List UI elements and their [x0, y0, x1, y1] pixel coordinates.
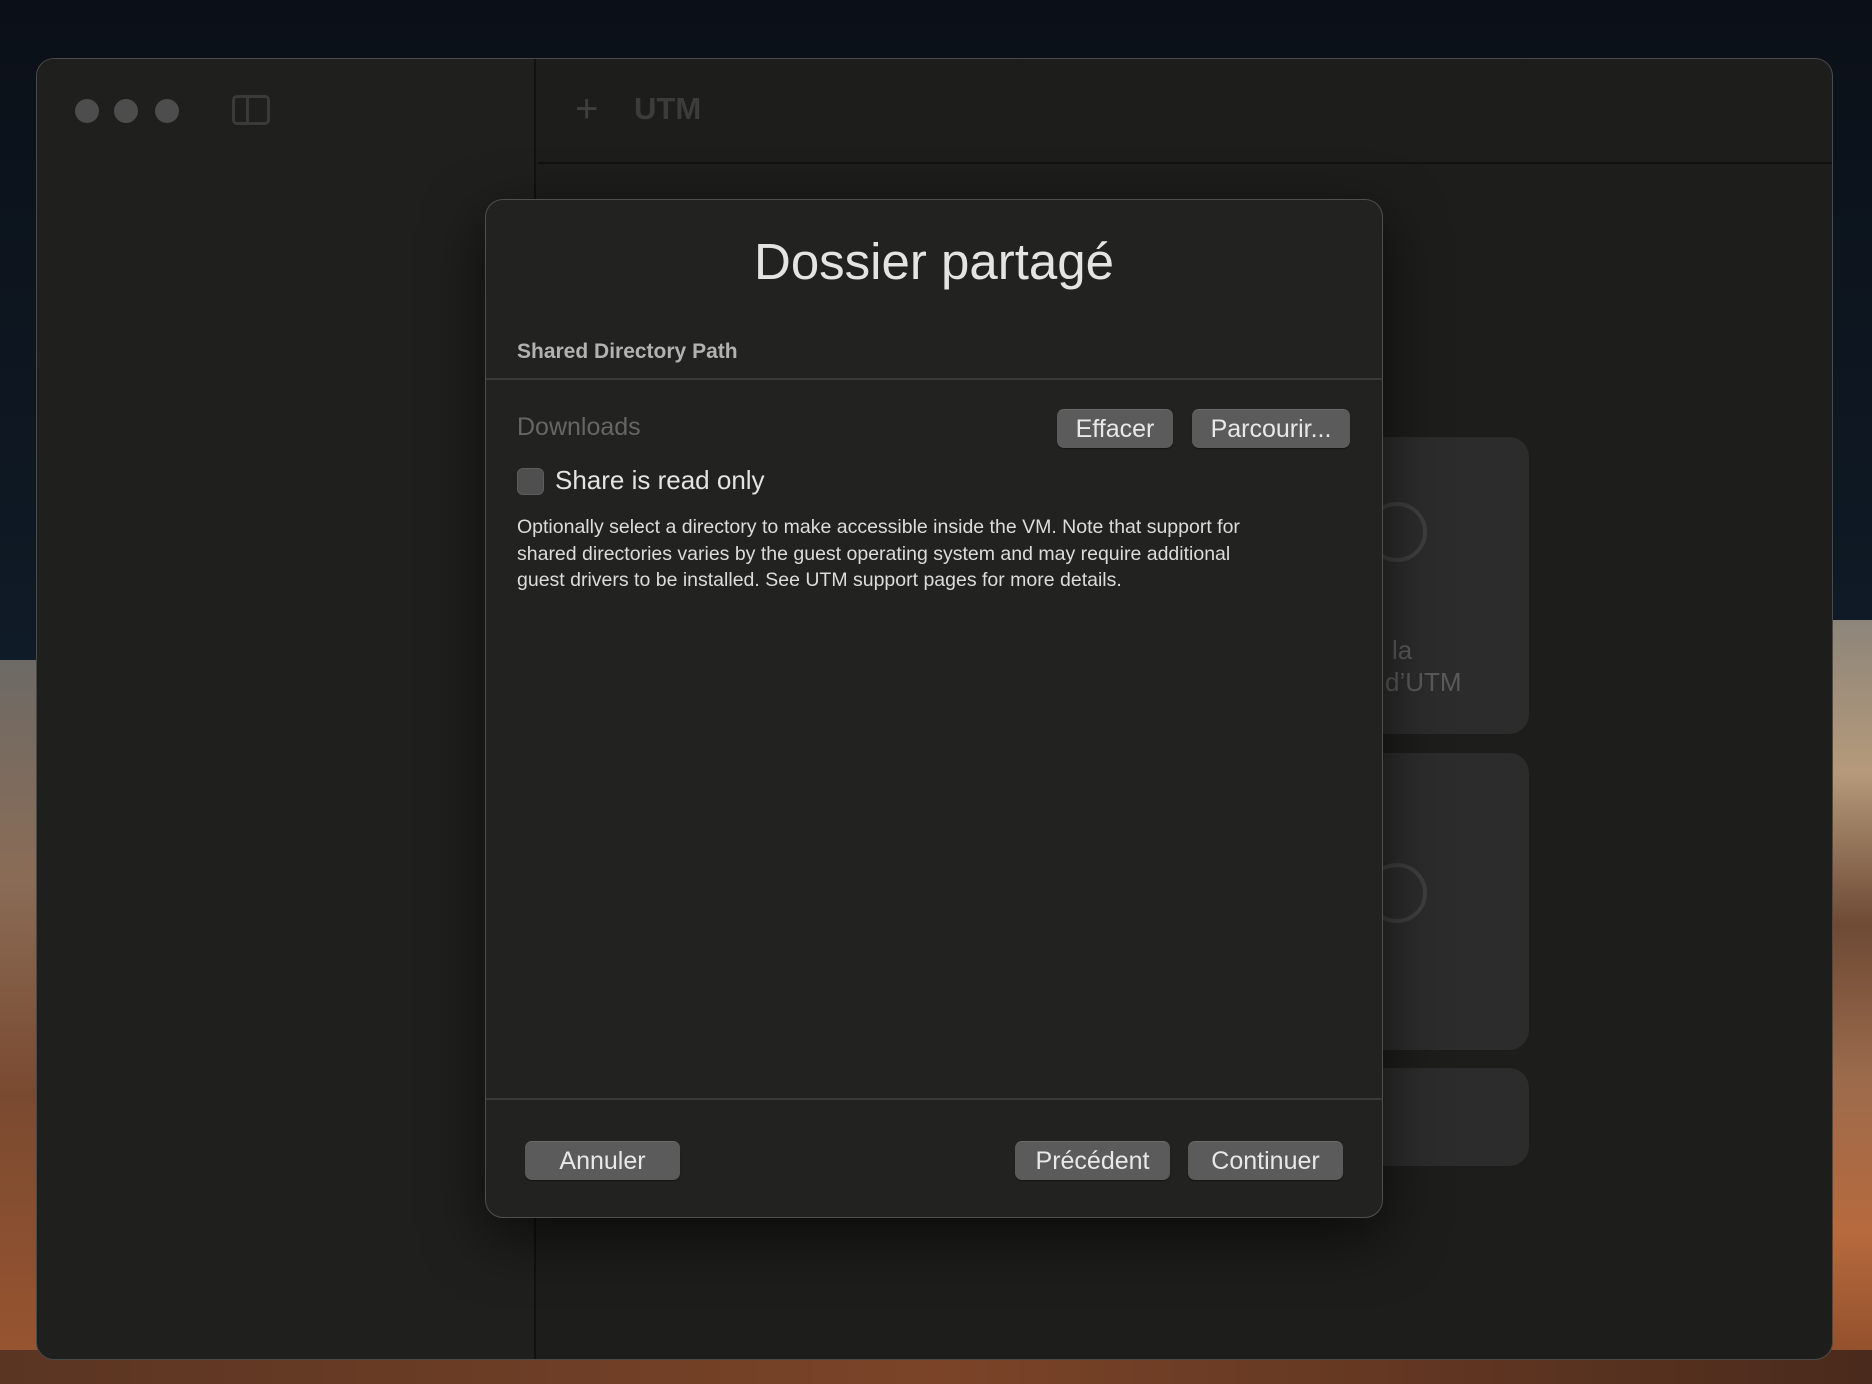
description-line: guest drivers to be installed. See UTM s…	[517, 569, 1122, 591]
toolbar-divider	[538, 162, 1832, 164]
shared-folder-dialog: Dossier partagé Shared Directory Path Do…	[485, 199, 1383, 1218]
clear-button[interactable]: Effacer	[1057, 409, 1173, 448]
cancel-button[interactable]: Annuler	[525, 1141, 680, 1180]
desktop-wallpaper-rock	[0, 660, 40, 1384]
sidebar	[37, 59, 536, 1359]
close-window-button[interactable]	[75, 99, 99, 123]
path-value: Downloads	[517, 413, 641, 441]
card-text: la	[1392, 635, 1413, 665]
add-vm-button[interactable]: +	[575, 87, 598, 132]
divider	[486, 378, 1382, 380]
divider	[486, 1098, 1382, 1100]
previous-button[interactable]: Précédent	[1015, 1141, 1170, 1180]
browse-button[interactable]: Parcourir...	[1192, 409, 1350, 448]
continue-button[interactable]: Continuer	[1188, 1141, 1343, 1180]
readonly-checkbox[interactable]	[517, 468, 544, 495]
description-line: shared directories varies by the guest o…	[517, 542, 1231, 565]
window-title: UTM	[634, 91, 702, 126]
description-line: Optionally select a directory to make ac…	[517, 516, 1240, 538]
description: Optionally select a directory to make ac…	[517, 514, 1240, 594]
card-text: d’UTM	[1385, 667, 1462, 697]
minimize-window-button[interactable]	[114, 99, 138, 123]
sidebar-toggle-icon[interactable]	[232, 95, 270, 125]
readonly-label[interactable]: Share is read only	[555, 465, 765, 496]
zoom-window-button[interactable]	[155, 99, 179, 123]
section-label: Shared Directory Path	[517, 340, 738, 363]
dialog-title: Dossier partagé	[753, 233, 1114, 290]
